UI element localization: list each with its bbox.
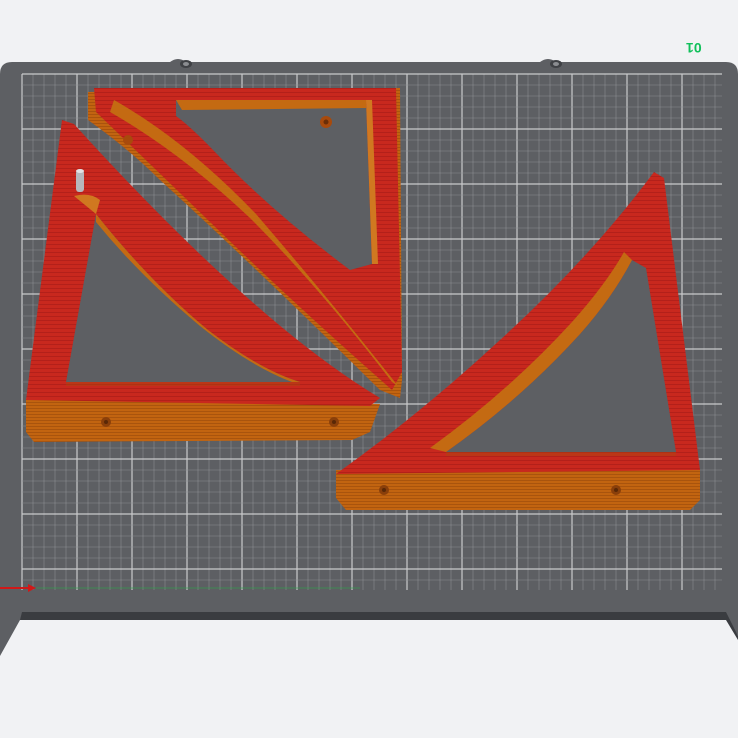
3d-viewport[interactable]: 01: [0, 0, 738, 738]
plate-number-label: 01: [686, 40, 702, 56]
build-plate-edge: [20, 612, 738, 640]
build-plate-scene[interactable]: [0, 0, 738, 738]
